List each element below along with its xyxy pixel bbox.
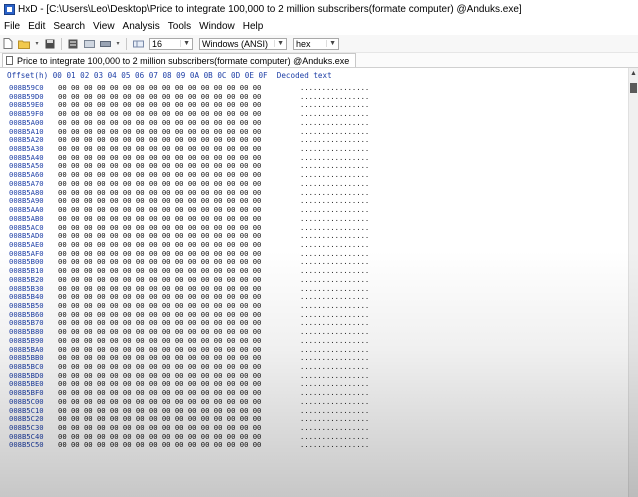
columns-icon[interactable] xyxy=(132,38,144,50)
display-mode-select[interactable]: hex ▼ xyxy=(293,37,339,50)
offset-header: Offset(h) xyxy=(7,71,49,80)
title-bar: HxD - [C:\Users\Leo\Desktop\Price to int… xyxy=(0,0,638,18)
menu-bar: File Edit Search View Analysis Tools Win… xyxy=(0,19,638,34)
dropdown-arrow-icon[interactable]: ▾ xyxy=(115,38,121,50)
hex-editor[interactable]: Offset(h) 00 01 02 03 04 05 06 07 08 09 … xyxy=(0,68,628,497)
save-icon[interactable] xyxy=(44,38,56,50)
menu-edit[interactable]: Edit xyxy=(24,21,49,32)
new-file-icon[interactable] xyxy=(2,38,14,50)
row-decoded-text[interactable]: ................ xyxy=(300,441,369,450)
hex-rows: 008B59C0 00 00 00 00 00 00 00 00 00 00 00… xyxy=(0,83,628,450)
document-tab[interactable]: Price to integrate 100,000 to 2 million … xyxy=(2,53,357,67)
toolbar-separator xyxy=(126,37,127,50)
toolbar-separator xyxy=(61,37,62,50)
window-title: HxD - [C:\Users\Leo\Desktop\Price to int… xyxy=(18,3,522,15)
hex-header: Offset(h) 00 01 02 03 04 05 06 07 08 09 … xyxy=(7,71,332,80)
scroll-up-arrow-icon[interactable]: ▲ xyxy=(630,70,637,77)
row-offset: 008B5C50 xyxy=(9,440,44,450)
file-icon xyxy=(6,56,13,65)
view-mode-icon[interactable] xyxy=(67,38,79,50)
chevron-down-icon: ▼ xyxy=(180,40,190,47)
menu-help[interactable]: Help xyxy=(239,21,268,32)
column-header: 00 01 02 03 04 05 06 07 08 09 0A 0B 0C 0… xyxy=(52,71,268,80)
document-tab-bar: Price to integrate 100,000 to 2 million … xyxy=(0,53,638,68)
scrollbar-thumb[interactable] xyxy=(630,83,637,93)
menu-analysis[interactable]: Analysis xyxy=(119,21,164,32)
row-bytes[interactable]: 00 00 00 00 00 00 00 00 00 00 00 00 00 0… xyxy=(58,441,261,450)
bytes-per-row-value: 16 xyxy=(152,38,163,49)
decoded-text-header: Decoded text xyxy=(276,71,332,80)
menu-search[interactable]: Search xyxy=(49,21,89,32)
hxd-app-icon xyxy=(4,3,15,15)
charset-select[interactable]: Windows (ANSI) ▼ xyxy=(199,37,287,50)
chevron-down-icon: ▼ xyxy=(326,40,336,47)
vertical-scrollbar[interactable]: ▲ xyxy=(628,68,638,497)
menu-window[interactable]: Window xyxy=(195,21,239,32)
menu-tools[interactable]: Tools xyxy=(164,21,195,32)
charset-value: Windows (ANSI) xyxy=(202,38,269,49)
hex-row[interactable]: 008B5C50 00 00 00 00 00 00 00 00 00 00 00… xyxy=(0,441,628,450)
chevron-down-icon: ▼ xyxy=(274,40,284,47)
display-mode-value: hex xyxy=(296,38,311,49)
dropdown-arrow-icon[interactable]: ▾ xyxy=(34,38,40,50)
menu-file[interactable]: File xyxy=(0,21,24,32)
document-tab-label: Price to integrate 100,000 to 2 million … xyxy=(17,55,350,66)
memory-icon[interactable] xyxy=(99,38,111,50)
open-file-icon[interactable] xyxy=(18,38,30,50)
bytes-per-row-select[interactable]: 16 ▼ xyxy=(149,37,193,50)
disk-icon[interactable] xyxy=(83,38,95,50)
menu-view[interactable]: View xyxy=(89,21,119,32)
toolbar: ▾ ▾ 16 ▼ Windows (ANSI) ▼ hex ▼ xyxy=(0,35,638,53)
